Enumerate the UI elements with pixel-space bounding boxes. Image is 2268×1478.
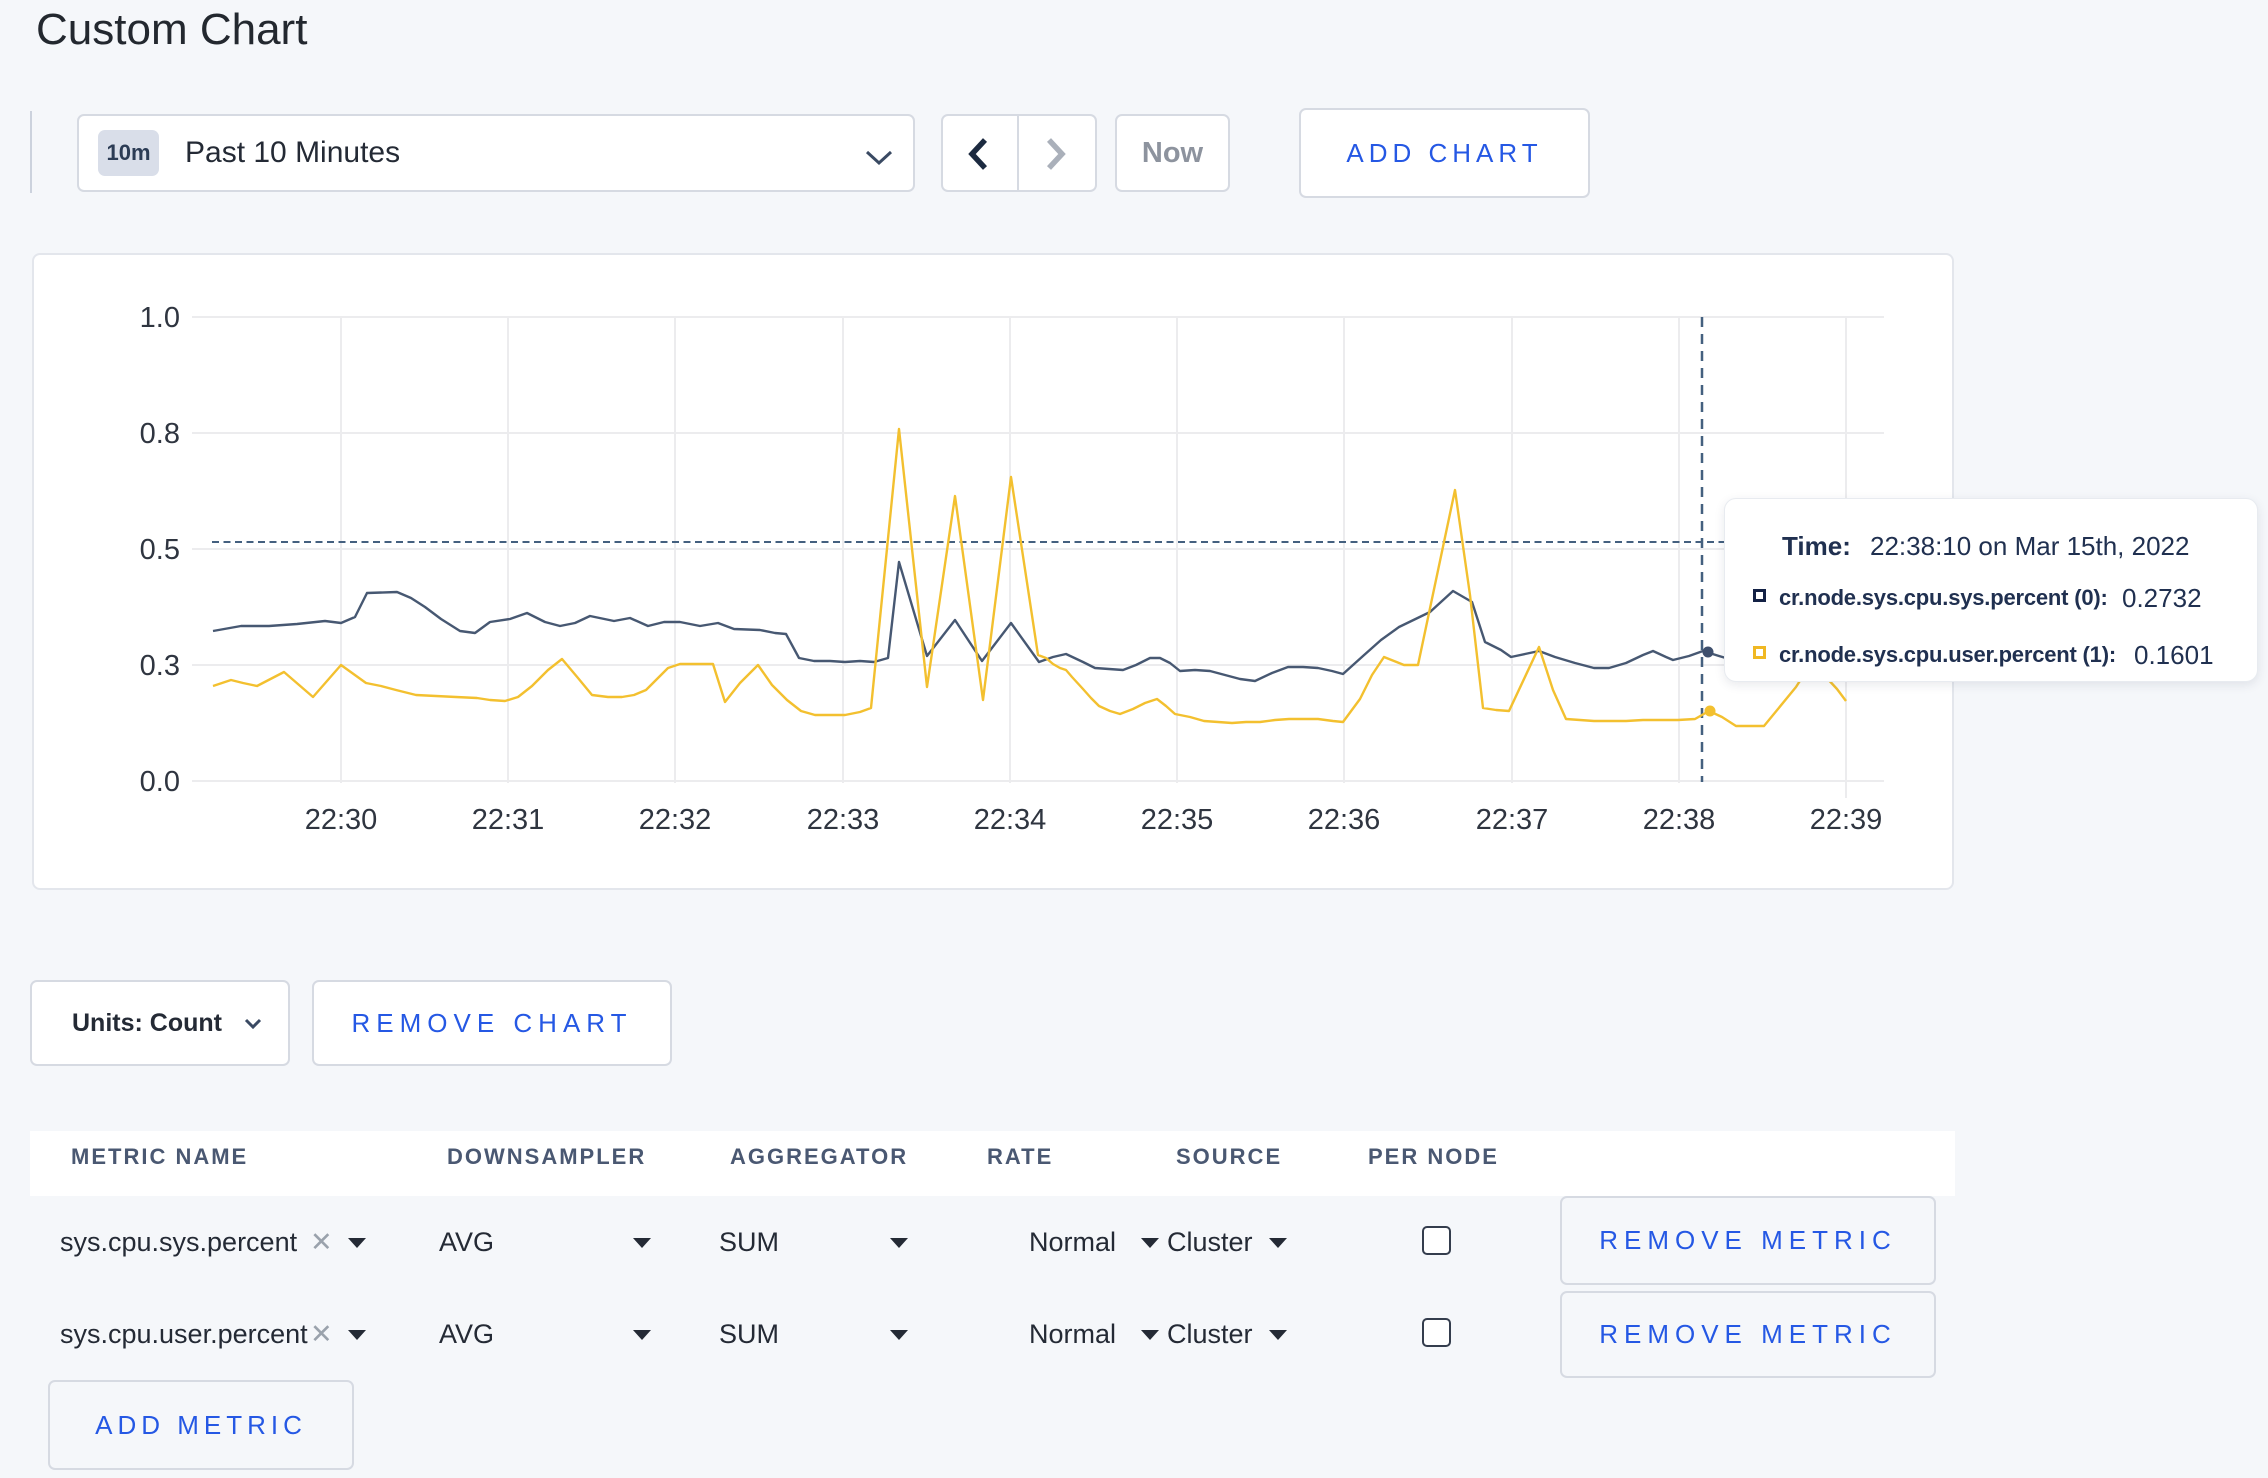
svg-text:0.3: 0.3 — [140, 650, 180, 682]
svg-text:0.8: 0.8 — [140, 418, 180, 450]
svg-text:22:34: 22:34 — [974, 804, 1047, 836]
svg-text:0.5: 0.5 — [140, 534, 180, 566]
svg-text:22:35: 22:35 — [1141, 804, 1214, 836]
svg-text:22:30: 22:30 — [305, 804, 378, 836]
svg-text:22:39: 22:39 — [1810, 804, 1883, 836]
svg-text:22:36: 22:36 — [1308, 804, 1381, 836]
svg-text:22:38: 22:38 — [1643, 804, 1716, 836]
svg-text:22:32: 22:32 — [639, 804, 712, 836]
svg-text:22:31: 22:31 — [472, 804, 545, 836]
svg-text:22:37: 22:37 — [1476, 804, 1549, 836]
svg-text:0.0: 0.0 — [140, 766, 180, 798]
svg-text:22:33: 22:33 — [807, 804, 880, 836]
svg-text:1.0: 1.0 — [140, 302, 180, 334]
